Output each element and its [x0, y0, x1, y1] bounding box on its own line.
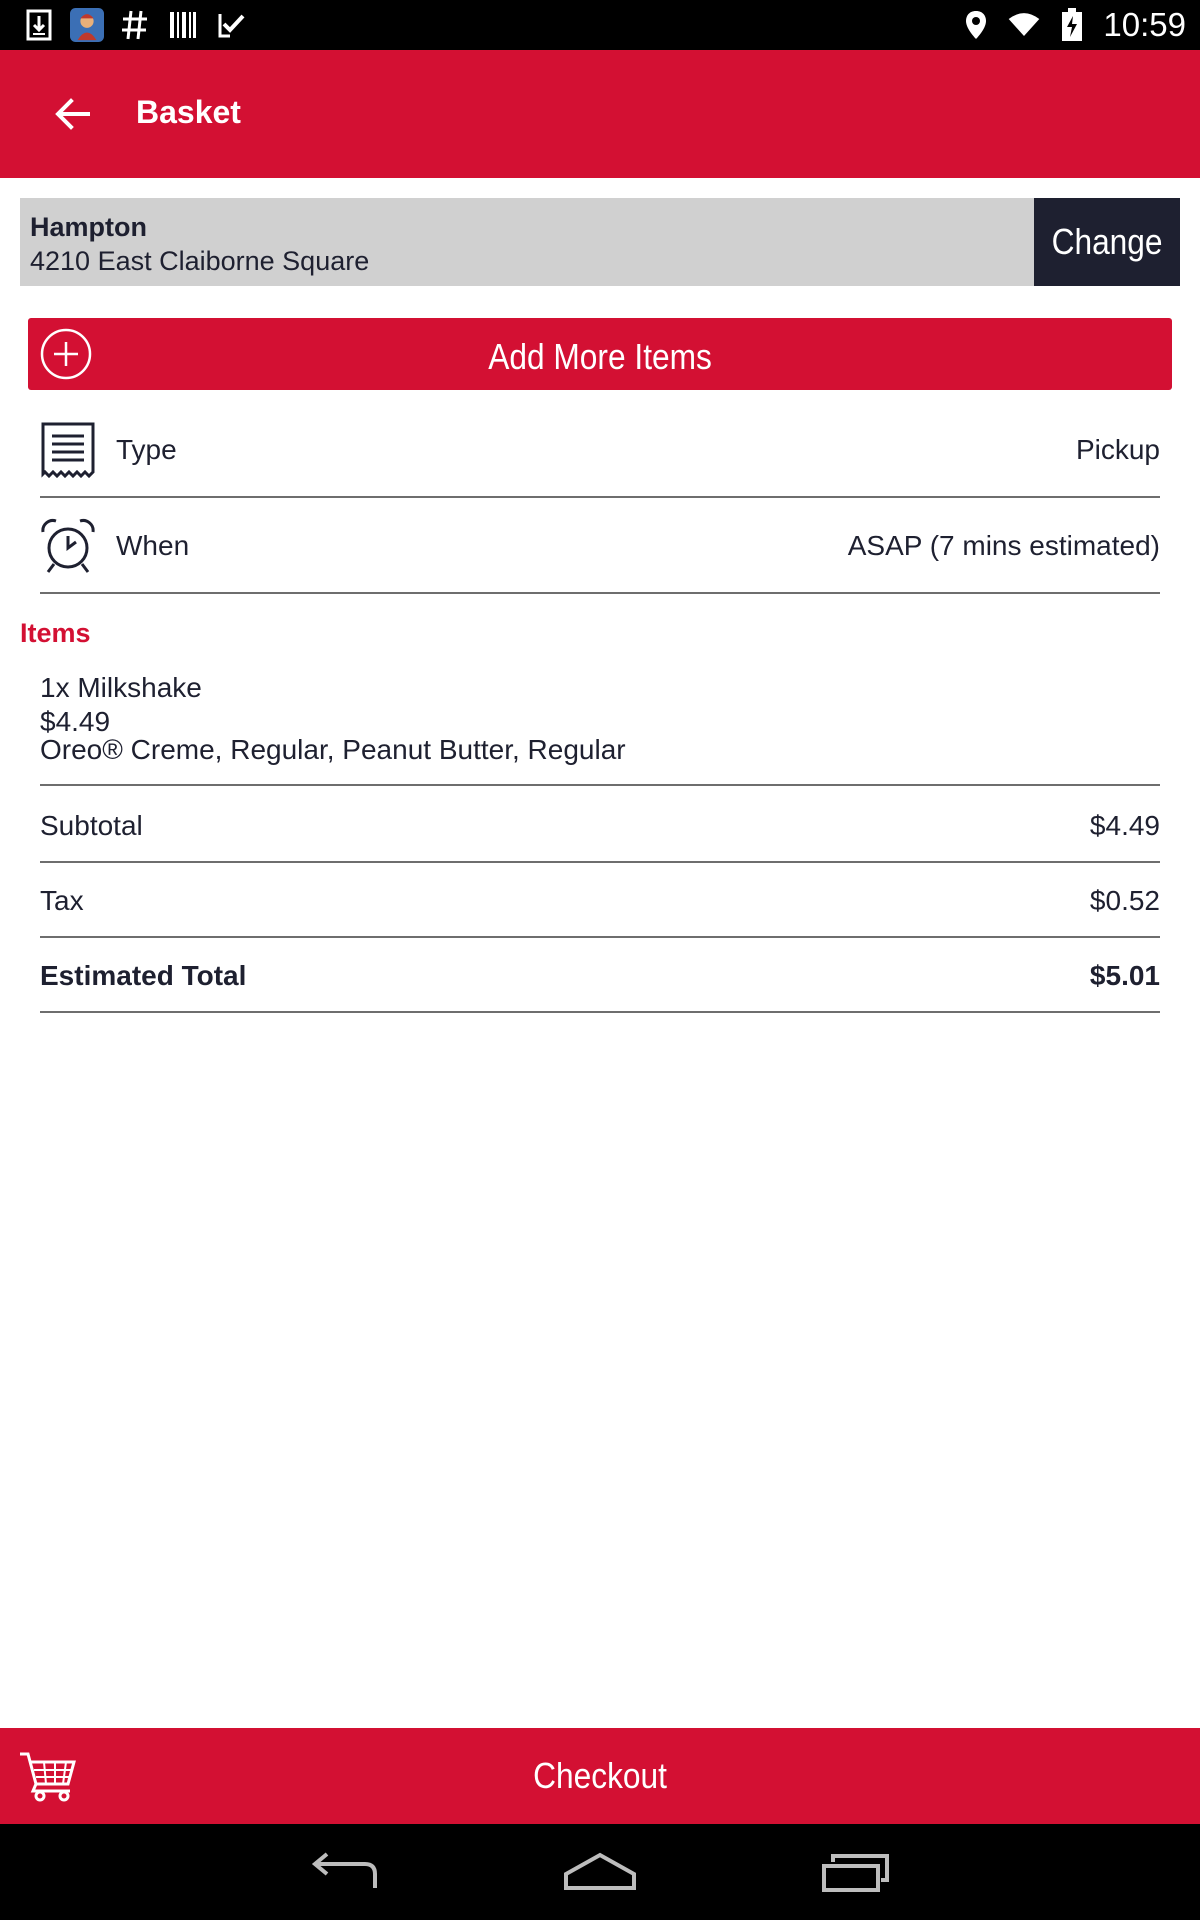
order-time-row[interactable]: When ASAP (7 mins estimated) [40, 498, 1160, 594]
hashtag-icon [118, 8, 152, 42]
app-bar: Basket [0, 50, 1200, 178]
estimated-total-row: Estimated Total $5.01 [40, 938, 1160, 1013]
status-system-icons: 10:59 [959, 6, 1186, 44]
wifi-icon [1007, 8, 1041, 42]
add-more-items-button[interactable]: Add More Items [28, 318, 1172, 390]
system-nav-bar [0, 1824, 1200, 1920]
tax-label: Tax [40, 885, 84, 916]
change-store-button[interactable]: Change [1034, 198, 1180, 286]
add-more-items-label: Add More Items [488, 336, 712, 377]
store-address: 4210 East Claiborne Square [30, 246, 370, 276]
checkout-button[interactable]: Checkout [0, 1728, 1200, 1824]
basket-item[interactable]: 1x Milkshake $4.49 Oreo® Creme, Regular,… [40, 670, 1160, 786]
change-store-label: Change [1051, 221, 1163, 262]
tax-value: $0.52 [1089, 885, 1160, 916]
home-nav-icon [564, 1852, 636, 1890]
items-heading: Items [20, 618, 91, 648]
back-button[interactable] [40, 86, 104, 142]
store-info: Hampton 4210 East Claiborne Square [20, 198, 1034, 286]
item-options: Oreo® Creme, Regular, Peanut Butter, Reg… [40, 734, 626, 765]
checkout-label: Checkout [533, 1755, 667, 1796]
subtotal-row: Subtotal $4.49 [40, 788, 1160, 863]
location-icon [959, 8, 993, 42]
download-icon [22, 8, 56, 42]
arrow-left-icon [55, 98, 90, 130]
page-title: Basket [136, 94, 241, 130]
status-time: 10:59 [1103, 6, 1186, 43]
subtotal-label: Subtotal [40, 810, 143, 841]
check-list-icon [214, 8, 248, 42]
recents-nav-icon [822, 1854, 889, 1892]
tax-row: Tax $0.52 [40, 863, 1160, 938]
receipt-icon [41, 422, 95, 478]
order-type-row[interactable]: Type Pickup [40, 402, 1160, 498]
nav-home-button[interactable] [560, 1846, 640, 1898]
back-nav-icon [311, 1852, 377, 1888]
order-type-label: Type [116, 434, 177, 465]
nav-back-button[interactable] [304, 1846, 384, 1898]
subtotal-value: $4.49 [1089, 810, 1160, 841]
app-avatar-icon [70, 8, 104, 42]
order-time-value: ASAP (7 mins estimated) [847, 530, 1160, 561]
estimated-total-label: Estimated Total [40, 960, 247, 991]
order-type-value: Pickup [1075, 434, 1160, 465]
order-time-label: When [116, 530, 190, 561]
barcode-icon [166, 8, 200, 42]
nav-recents-button[interactable] [816, 1846, 896, 1898]
item-title: 1x Milkshake [40, 672, 202, 703]
battery-charging-icon [1055, 8, 1089, 42]
status-notification-icons [22, 8, 248, 42]
store-name: Hampton [30, 212, 147, 242]
status-bar: 10:59 [0, 0, 1200, 50]
alarm-clock-icon [41, 519, 95, 573]
estimated-total-value: $5.01 [1089, 960, 1160, 991]
